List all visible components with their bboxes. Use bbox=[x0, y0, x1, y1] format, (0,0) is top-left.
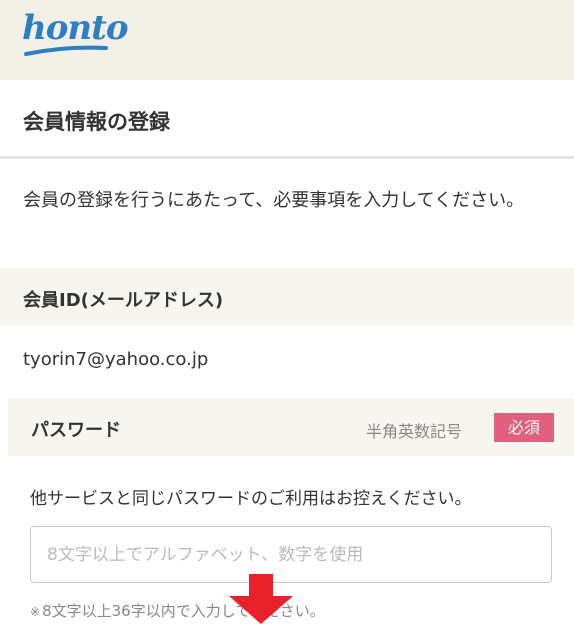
intro-text: 会員の登録を行うにあたって、必要事項を入力してください。 bbox=[23, 190, 525, 211]
honto-logo[interactable]: honto bbox=[22, 8, 128, 48]
rule-mark: ※ bbox=[30, 605, 41, 619]
page-title-bar: 会員情報の登録 bbox=[0, 80, 574, 159]
password-note: 他サービスと同じパスワードのご利用はお控えください。 bbox=[30, 489, 472, 509]
arrow-down-icon bbox=[229, 574, 293, 624]
site-header: honto bbox=[0, 0, 574, 80]
member-id-section: 会員ID(メールアドレス) bbox=[0, 268, 574, 326]
logo-swoosh-icon bbox=[24, 45, 108, 56]
password-label: パスワード bbox=[31, 420, 121, 441]
page-title: 会員情報の登録 bbox=[23, 110, 170, 134]
member-id-value: tyorin7@yahoo.co.jp bbox=[23, 349, 209, 370]
required-badge: 必須 bbox=[494, 413, 554, 442]
member-id-label: 会員ID(メールアドレス) bbox=[23, 290, 224, 311]
password-section: パスワード 半角英数記号 必須 bbox=[8, 398, 574, 456]
password-hint: 半角英数記号 bbox=[366, 422, 463, 441]
